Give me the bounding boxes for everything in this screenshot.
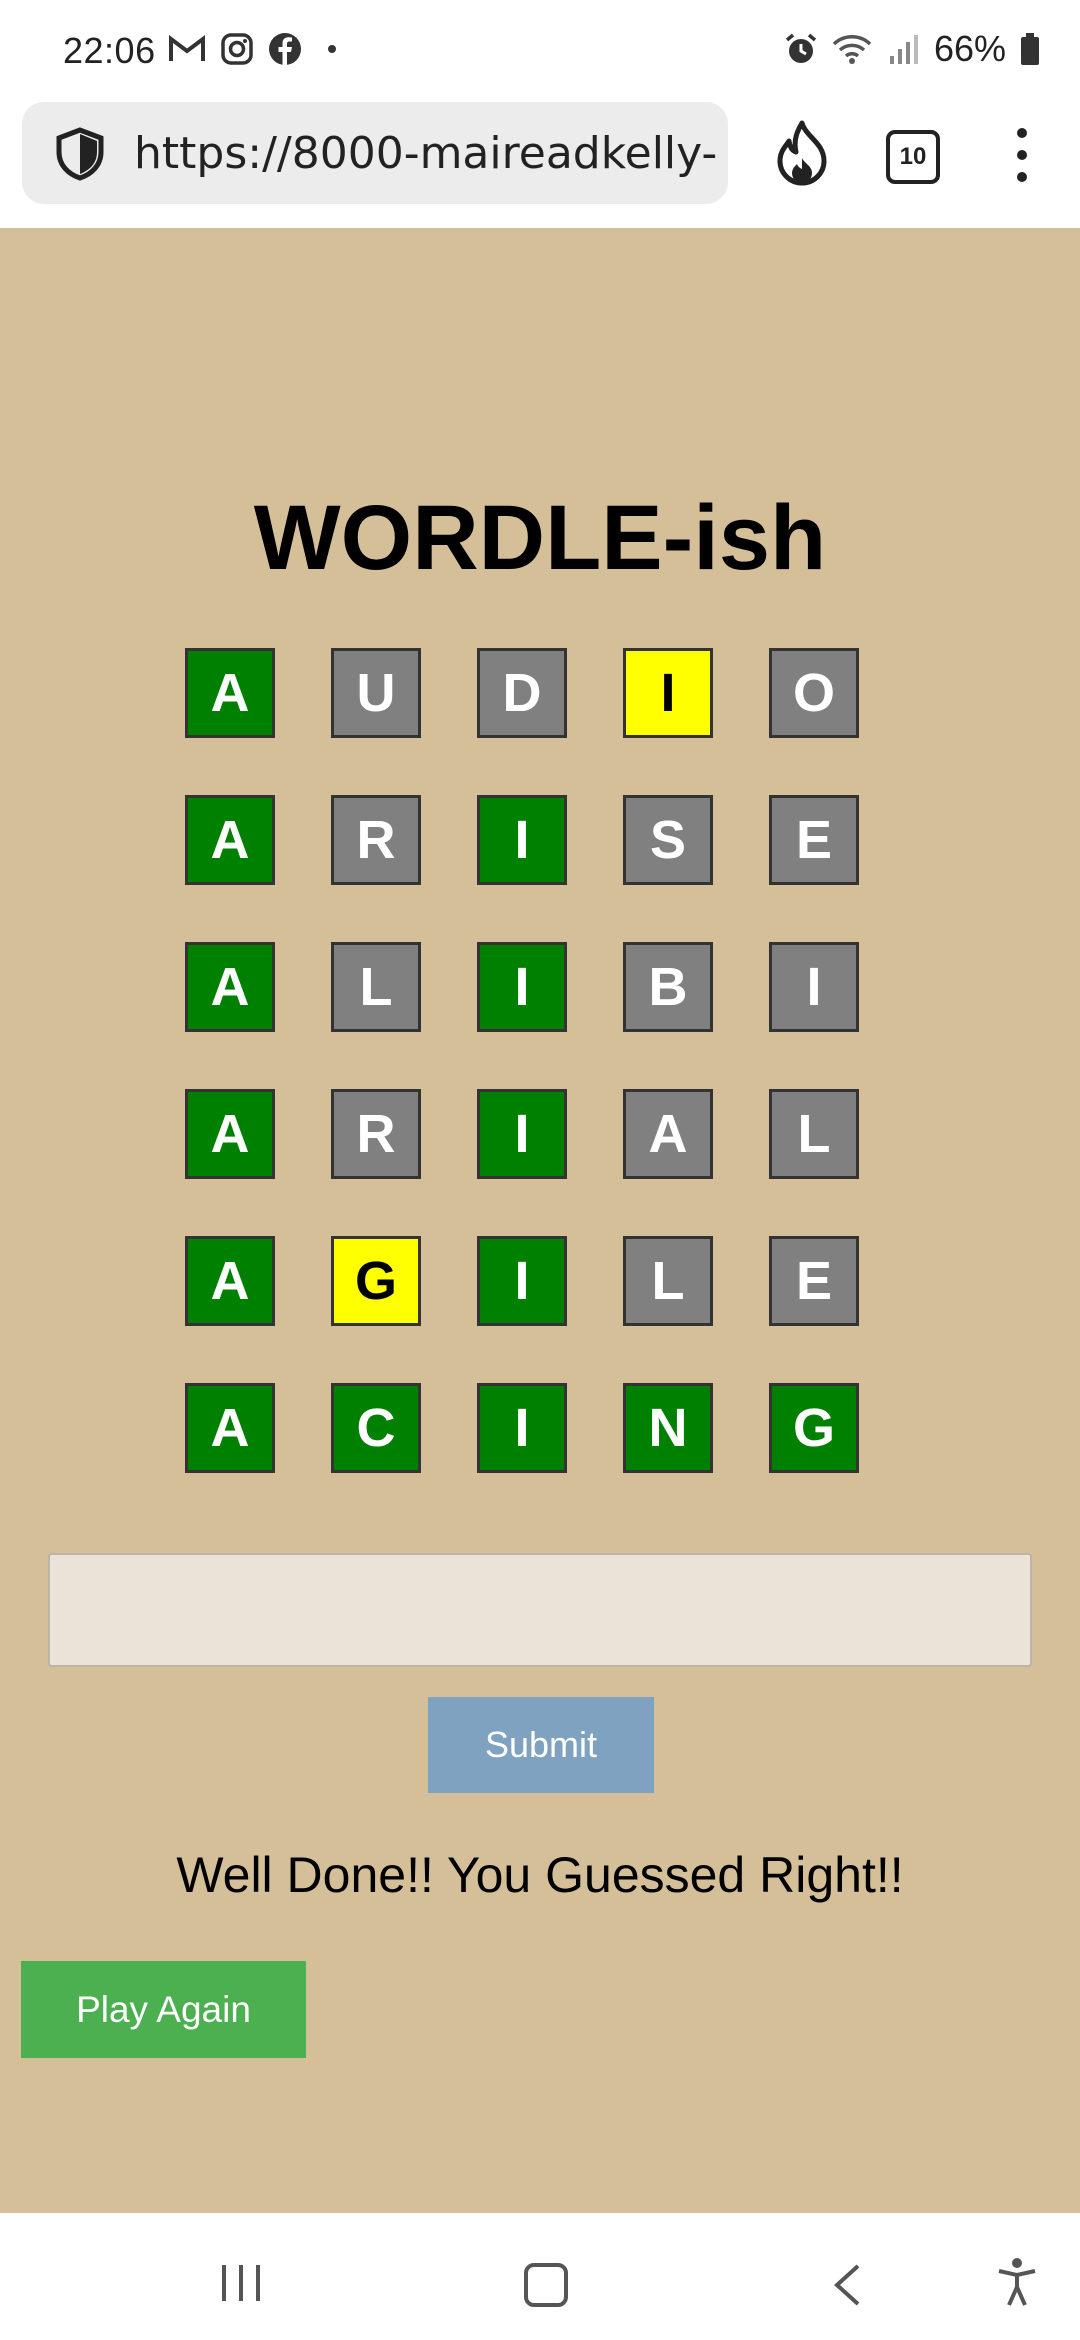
letter-tile: G xyxy=(331,1236,421,1326)
gmail-icon xyxy=(169,35,205,61)
letter-tile: G xyxy=(769,1383,859,1473)
letter-tile: L xyxy=(331,942,421,1032)
letter-tile: B xyxy=(623,942,713,1032)
battery-percent: 66% xyxy=(933,28,1006,69)
letter-tile: E xyxy=(769,1236,859,1326)
letter-tile: R xyxy=(331,795,421,885)
letter-tile: I xyxy=(477,1383,567,1473)
letter-tile: S xyxy=(623,795,713,885)
battery-icon xyxy=(1021,33,1039,65)
letter-tile: A xyxy=(185,942,275,1032)
letter-tile: I xyxy=(623,648,713,738)
signal-icon xyxy=(889,35,918,64)
letter-tile: I xyxy=(477,1089,567,1179)
flame-icon[interactable] xyxy=(772,120,832,188)
home-button[interactable] xyxy=(524,2263,568,2307)
guess-row: A L I B I xyxy=(185,942,859,1032)
letter-tile: L xyxy=(623,1236,713,1326)
play-again-button[interactable]: Play Again xyxy=(21,1961,306,2058)
status-time: 22:06 xyxy=(63,30,156,71)
accessibility-icon[interactable] xyxy=(996,2257,1038,2307)
letter-tile: L xyxy=(769,1089,859,1179)
shield-icon[interactable] xyxy=(52,126,108,182)
wifi-icon xyxy=(832,35,872,64)
guess-row: A G I L E xyxy=(185,1236,859,1326)
letter-tile: I xyxy=(477,795,567,885)
letter-tile: A xyxy=(185,1089,275,1179)
submit-button[interactable]: Submit xyxy=(428,1697,654,1793)
browser-toolbar: https://8000-maireadkelly- 10 xyxy=(0,100,1080,229)
tab-switcher-button[interactable]: 10 xyxy=(886,130,940,184)
guess-grid: A U D I O A R I S E A L I B I A R I A L xyxy=(185,648,859,1530)
url-text[interactable]: https://8000-maireadkelly- xyxy=(134,128,724,179)
guess-input[interactable] xyxy=(48,1553,1032,1667)
address-bar[interactable]: https://8000-maireadkelly- xyxy=(22,102,728,204)
letter-tile: A xyxy=(185,795,275,885)
letter-tile: E xyxy=(769,795,859,885)
notification-icons xyxy=(168,32,336,66)
letter-tile: D xyxy=(477,648,567,738)
letter-tile: A xyxy=(185,1236,275,1326)
page-title: WORDLE-ish xyxy=(253,487,827,589)
instagram-icon xyxy=(221,33,253,65)
letter-tile: U xyxy=(331,648,421,738)
facebook-icon xyxy=(269,33,301,65)
system-nav-bar xyxy=(0,2213,1080,2340)
guess-row: A U D I O xyxy=(185,648,859,738)
letter-tile: R xyxy=(331,1089,421,1179)
system-icons: 66% xyxy=(784,28,1040,70)
dot-icon xyxy=(328,45,336,53)
letter-tile: O xyxy=(769,648,859,738)
recents-button[interactable] xyxy=(222,2265,260,2301)
result-message: Well Done!! You Guessed Right!! xyxy=(176,1847,904,1903)
letter-tile: A xyxy=(185,648,275,738)
status-bar: 22:06 66% xyxy=(0,0,1080,100)
guess-row: A R I A L xyxy=(185,1089,859,1179)
letter-tile: I xyxy=(769,942,859,1032)
alarm-icon xyxy=(785,33,817,63)
guess-row: A R I S E xyxy=(185,795,859,885)
more-menu-button[interactable] xyxy=(1015,128,1029,182)
letter-tile: I xyxy=(477,942,567,1032)
guess-row: A C I N G xyxy=(185,1383,859,1473)
back-icon[interactable] xyxy=(832,2263,862,2307)
letter-tile: N xyxy=(623,1383,713,1473)
letter-tile: I xyxy=(477,1236,567,1326)
letter-tile: A xyxy=(185,1383,275,1473)
game-page: WORDLE-ish A U D I O A R I S E A L I B I… xyxy=(0,228,1080,2213)
letter-tile: A xyxy=(623,1089,713,1179)
letter-tile: C xyxy=(331,1383,421,1473)
